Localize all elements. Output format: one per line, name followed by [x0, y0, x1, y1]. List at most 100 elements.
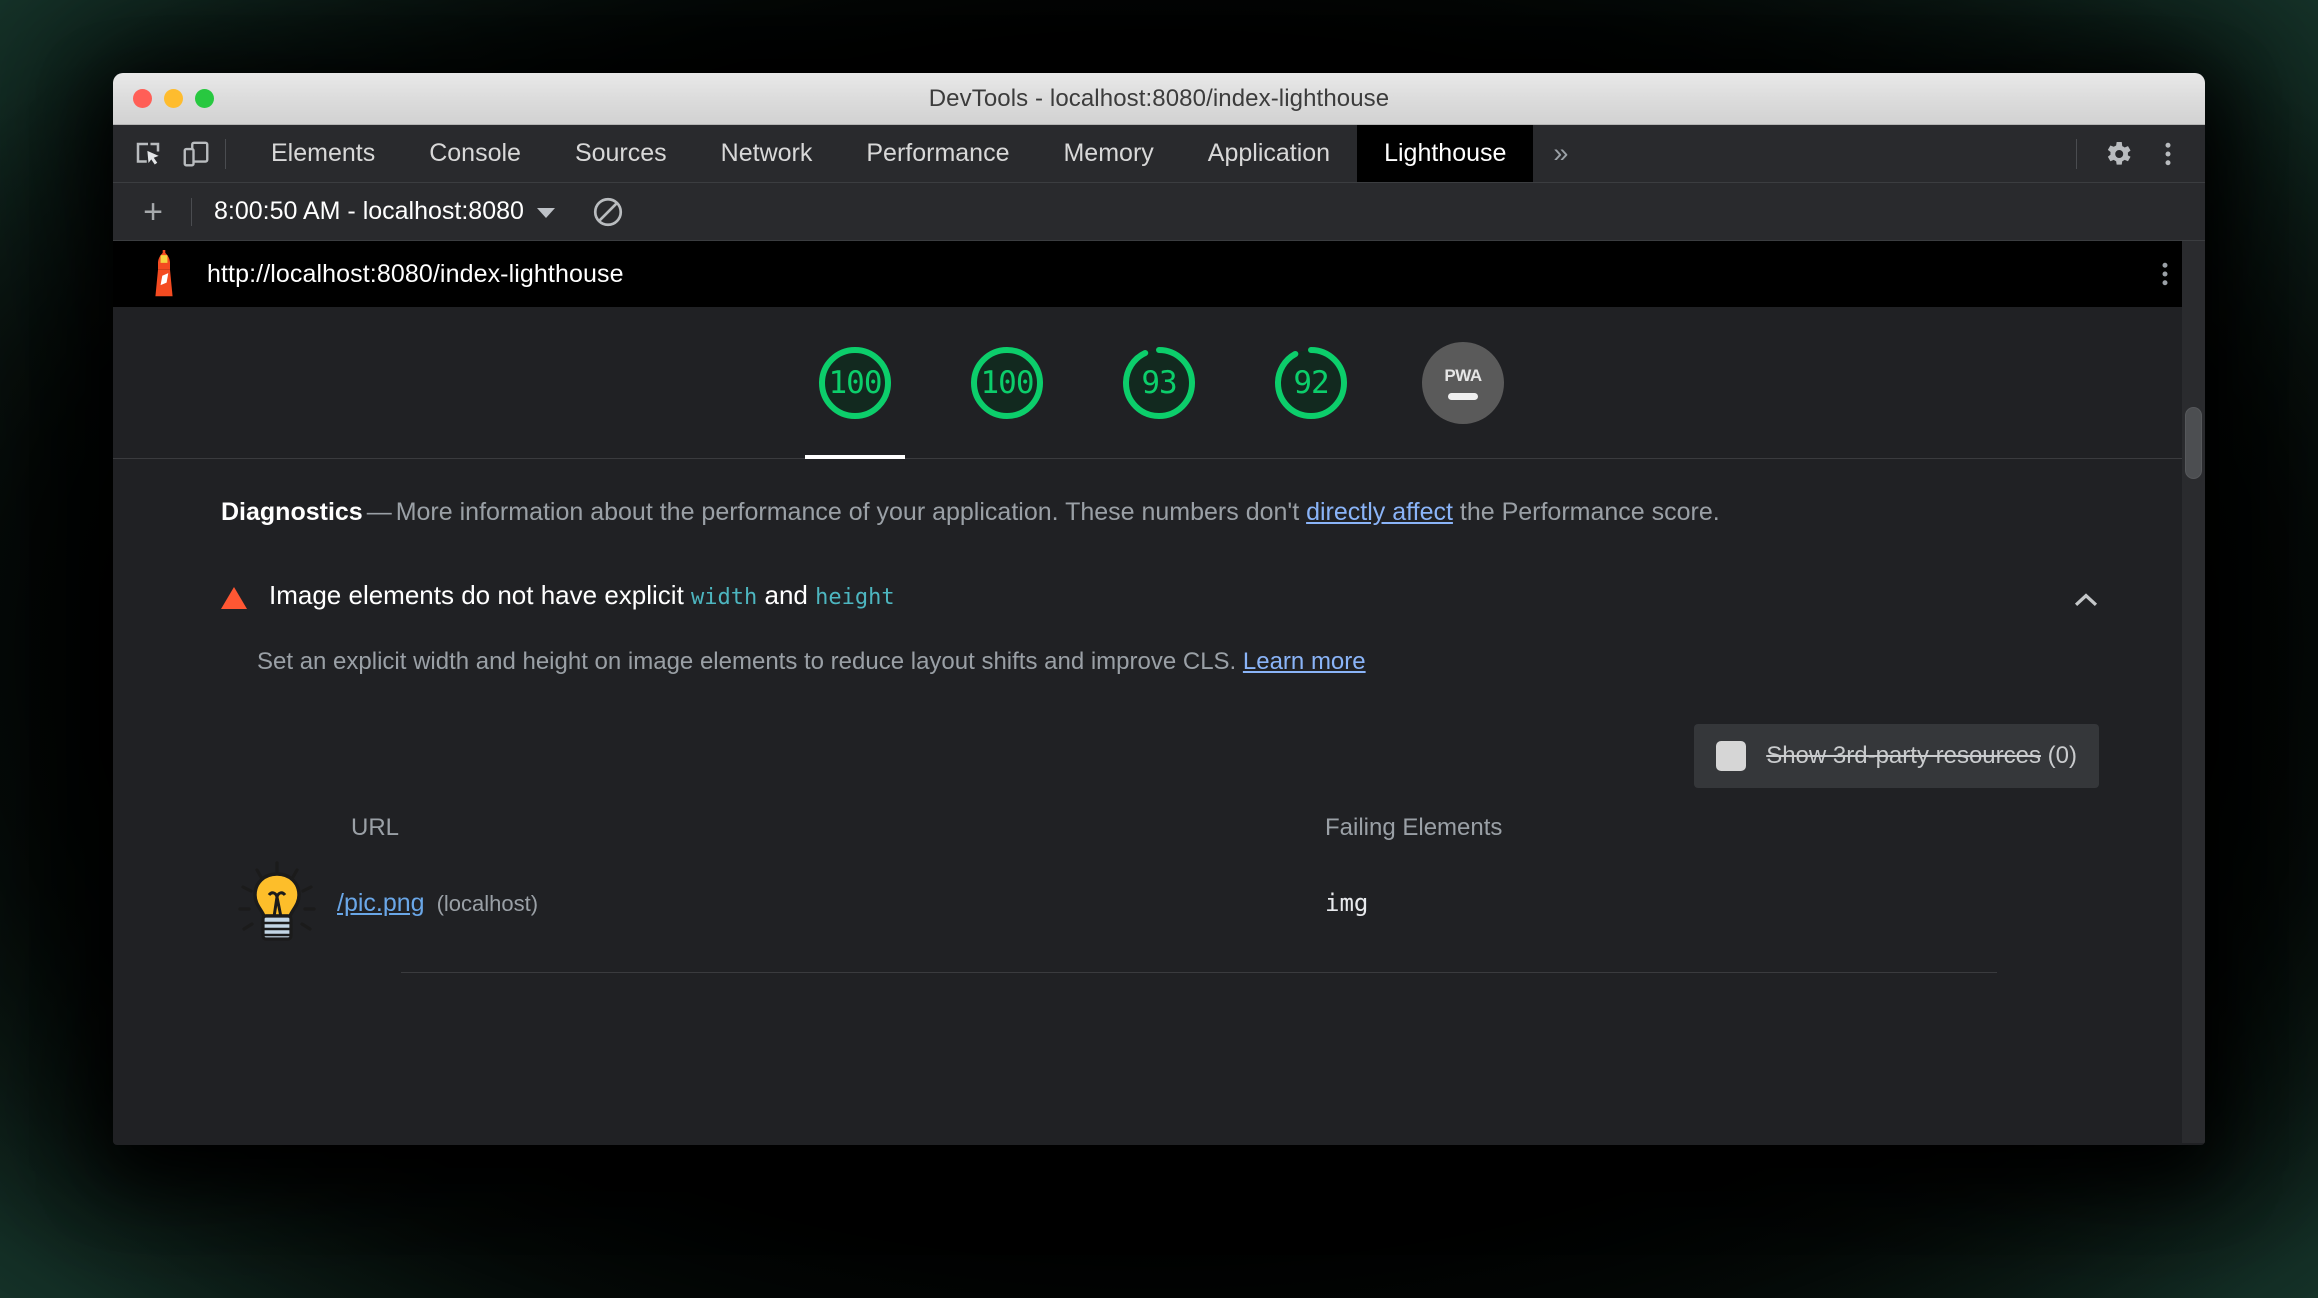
audit-image-size-responsive: Image elements do not have explicit widt…: [113, 575, 2205, 973]
report-header: http://localhost:8080/index-lighthouse: [113, 241, 2205, 307]
tab-sources[interactable]: Sources: [548, 125, 694, 182]
learn-more-link[interactable]: Learn more: [1243, 648, 1366, 675]
diagnostics-desc-before: More information about the performance o…: [395, 498, 1307, 526]
url-cell-content: /pic.png (localhost): [337, 889, 538, 918]
devtools-tabs: Elements Console Sources Network Perform…: [244, 125, 1586, 182]
window-title: DevTools - localhost:8080/index-lighthou…: [928, 84, 1390, 112]
score-gauge: 92: [1270, 342, 1352, 424]
devtools-window: DevTools - localhost:8080/index-lighthou…: [113, 73, 2205, 1145]
devtools-tabbar: Elements Console Sources Network Perform…: [113, 125, 2205, 183]
audit-title-row[interactable]: Image elements do not have explicit widt…: [221, 575, 2101, 618]
warning-triangle-icon: [221, 587, 247, 609]
inspect-element-icon: [136, 142, 160, 164]
gauge-item-performance[interactable]: 100: [786, 307, 924, 459]
directly-affect-link[interactable]: directly affect: [1306, 498, 1453, 526]
report-scrollbar-thumb[interactable]: [2185, 407, 2202, 479]
lighthouse-toolbar-divider: [191, 197, 192, 226]
audit-title-and: and: [757, 580, 816, 610]
tab-console[interactable]: Console: [402, 125, 548, 182]
minimize-window-button[interactable]: [164, 89, 183, 108]
report-menu-button[interactable]: [2143, 252, 2187, 296]
show-3rd-party-text: Show 3rd-party resources: [1766, 742, 2041, 769]
devtools-tabbar-actions: [2070, 125, 2205, 182]
pwa-dash-icon: [1448, 392, 1478, 400]
gear-icon: [2107, 141, 2131, 165]
resource-host: (localhost): [436, 890, 539, 916]
kebab-menu-icon: [2162, 262, 2168, 286]
gauge-item-seo[interactable]: 92: [1242, 307, 1380, 459]
diagnostics-heading: Diagnostics: [221, 498, 363, 526]
score-value: 100: [980, 364, 1035, 401]
category-gauges: 100 100 93 92 PWA: [113, 307, 2205, 459]
pwa-label: PWA: [1444, 365, 1482, 385]
third-party-filter-row: Show 3rd-party resources (0): [221, 724, 2101, 788]
diagnostics-section-header: Diagnostics — More information about the p…: [113, 487, 2205, 537]
score-gauge: 100: [966, 342, 1048, 424]
column-header-url: URL: [351, 814, 400, 841]
gauge-item-accessibility[interactable]: 100: [938, 307, 1076, 459]
gauge-item-best-practices[interactable]: 93: [1090, 307, 1228, 459]
clear-reports-button[interactable]: [585, 189, 631, 235]
more-tabs-button[interactable]: »: [1533, 125, 1586, 182]
diagnostics-desc-after: the Performance score.: [1452, 498, 1720, 526]
pwa-badge: PWA: [1422, 341, 1504, 424]
settings-button[interactable]: [2095, 131, 2141, 177]
tab-performance[interactable]: Performance: [839, 125, 1036, 182]
diagnostics-dash: —: [366, 498, 392, 526]
audit-description-text: Set an explicit width and height on imag…: [257, 648, 1237, 675]
failing-element-value: img: [1325, 889, 1369, 917]
gauge-selected-indicator: [805, 454, 905, 459]
desktop-background: DevTools - localhost:8080/index-lighthou…: [0, 0, 2318, 1298]
device-toolbar-icon: [183, 141, 209, 166]
maximize-window-button[interactable]: [195, 89, 214, 108]
window-traffic-lights: [133, 89, 214, 108]
lighthouse-report: http://localhost:8080/index-lighthouse 1…: [113, 241, 2205, 1143]
audit-title-part1: Image elements do not have explicit: [269, 580, 692, 610]
code-width: width: [691, 585, 758, 610]
column-header-failing-elements: Failing Elements: [1325, 814, 1503, 841]
table-cell-failing-element: img: [1307, 889, 2101, 917]
toolbar-divider-right: [2076, 138, 2077, 169]
report-selector[interactable]: 8:00:50 AM - localhost:8080: [208, 193, 561, 230]
resource-url-link[interactable]: /pic.png: [337, 889, 425, 918]
score-gauge: 93: [1118, 342, 1200, 424]
table-cell-url: /pic.png (localhost): [238, 857, 1307, 949]
tab-memory[interactable]: Memory: [1036, 125, 1180, 182]
score-value: 93: [1141, 364, 1177, 401]
new-report-button[interactable]: +: [131, 190, 175, 234]
resource-thumbnail: [231, 857, 323, 949]
devtools-tool-icons: [113, 125, 244, 182]
window-titlebar: DevTools - localhost:8080/index-lighthou…: [113, 73, 2205, 125]
chevron-down-icon: [536, 208, 555, 218]
audit-title: Image elements do not have explicit widt…: [269, 575, 895, 618]
audit-results-table: URL Failing Elements /pic.png (localhost…: [221, 814, 2101, 973]
close-window-button[interactable]: [133, 89, 152, 108]
chevron-up-icon[interactable]: [2071, 585, 2101, 615]
table-row: /pic.png (localhost) img: [238, 848, 2101, 958]
lighthouse-toolbar: + 8:00:50 AM - localhost:8080: [113, 183, 2205, 241]
table-header-row: URL Failing Elements: [257, 814, 2101, 848]
show-3rd-party-checkbox[interactable]: [1716, 741, 1747, 771]
report-scrollbar-track[interactable]: [2182, 241, 2205, 1143]
device-toolbar-button[interactable]: [175, 133, 217, 175]
table-row-divider: [401, 972, 1997, 973]
tab-lighthouse[interactable]: Lighthouse: [1357, 125, 1534, 182]
tab-elements[interactable]: Elements: [244, 125, 402, 182]
show-3rd-party-label: Show 3rd-party resources (0): [1766, 742, 2077, 770]
main-menu-button[interactable]: [2145, 131, 2191, 177]
gauge-item-pwa[interactable]: PWA: [1394, 307, 1532, 459]
code-height: height: [815, 585, 895, 610]
score-gauge: 100: [814, 342, 896, 424]
report-url: http://localhost:8080/index-lighthouse: [207, 259, 624, 288]
report-content: Diagnostics — More information about the p…: [113, 459, 2205, 973]
tab-network[interactable]: Network: [694, 125, 840, 182]
inspect-element-button[interactable]: [127, 133, 169, 175]
show-3rd-party-count: (0): [2047, 742, 2077, 769]
toolbar-divider: [225, 138, 226, 169]
score-value: 92: [1293, 364, 1329, 401]
lightbulb-thumbnail-icon: [238, 861, 316, 941]
tab-application[interactable]: Application: [1181, 125, 1357, 182]
clear-all-icon: [593, 197, 623, 226]
kebab-menu-icon: [2165, 142, 2171, 165]
third-party-filter[interactable]: Show 3rd-party resources (0): [1694, 724, 2099, 788]
